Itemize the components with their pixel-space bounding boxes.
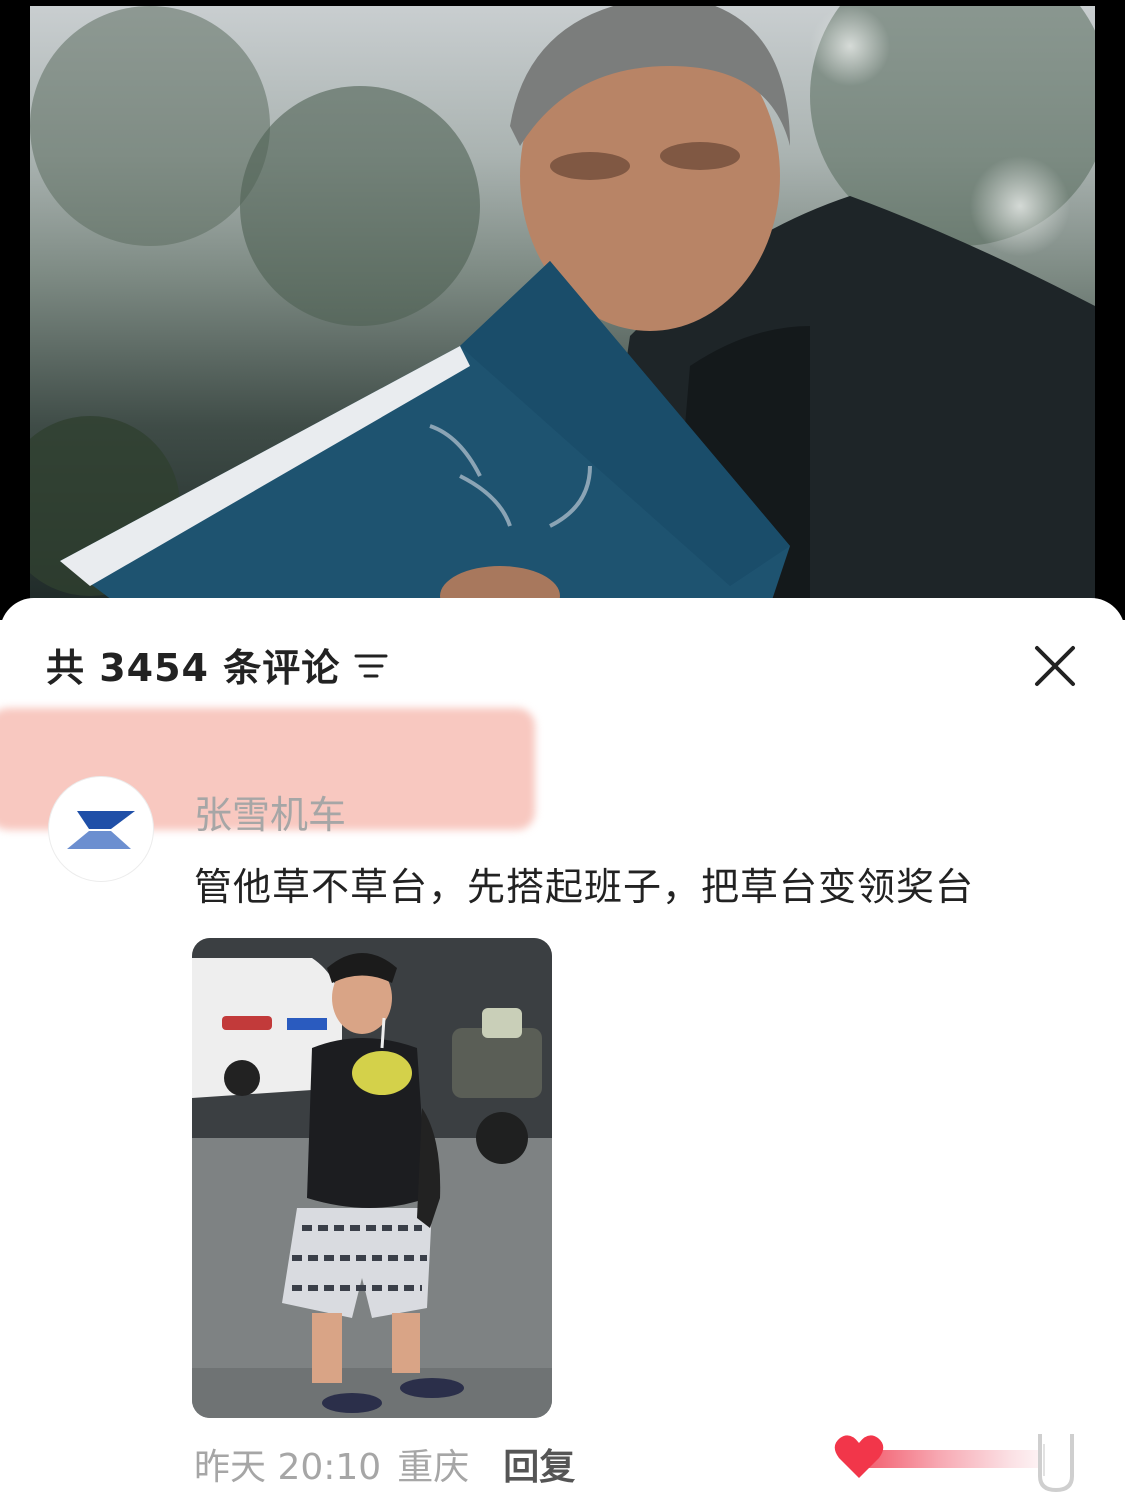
video-player[interactable]	[0, 0, 1125, 620]
cup-icon	[1038, 1434, 1074, 1493]
comment-photo	[192, 938, 552, 1418]
comment-meta: 昨天 20:10 重庆 回复	[194, 1438, 575, 1490]
video-frame	[30, 6, 1095, 606]
comment-location: 重庆	[397, 1447, 470, 1488]
comment-image[interactable]	[192, 938, 552, 1418]
close-icon	[1035, 646, 1075, 686]
comment-time: 昨天 20:10	[194, 1447, 382, 1488]
comment-username[interactable]: 张雪机车	[194, 784, 346, 839]
sort-lines-icon[interactable]	[354, 651, 388, 681]
like-animation-trail	[860, 1450, 1060, 1468]
comment-count-label: 共 3454 条评论	[46, 645, 341, 690]
close-button[interactable]	[1033, 644, 1077, 688]
brand-logo-icon	[67, 811, 135, 849]
like-button[interactable]	[834, 1434, 1080, 1494]
comment-text: 管他草不草台，先搭起班子，把草台变领奖台	[194, 865, 975, 909]
avatar[interactable]	[48, 776, 154, 882]
comment-sheet: 共 3454 条评论 张雪机车 管他草不草台，先搭起班子，把草台变领奖台 昨天 …	[0, 598, 1125, 1506]
comment-sheet-header: 共 3454 条评论	[46, 638, 388, 690]
video-still-image	[30, 6, 1095, 606]
reply-button[interactable]: 回复	[503, 1438, 575, 1490]
heart-icon	[834, 1435, 884, 1478]
